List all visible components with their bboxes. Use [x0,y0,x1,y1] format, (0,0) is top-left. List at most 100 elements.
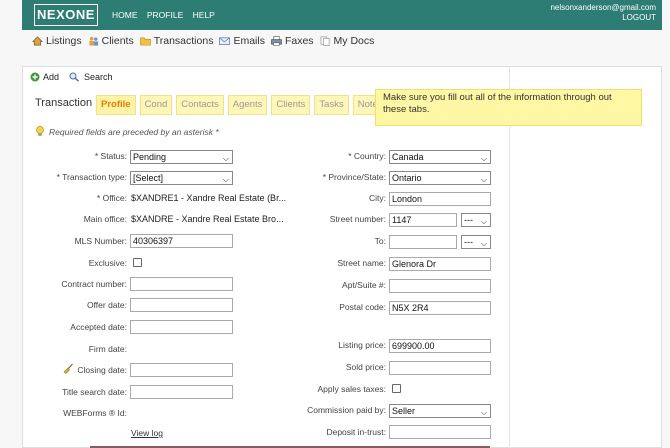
tab-tasks[interactable]: Tasks [314,95,349,115]
required-note: Required fields are preceded by an aster… [35,126,219,137]
contract-number-input[interactable] [130,277,233,291]
nav-clients-label: Clients [101,35,134,47]
nexone-logo[interactable]: NEXONE [34,4,98,26]
tab-agents[interactable]: Agents [227,95,268,115]
transaction-type-select[interactable]: [Select] ⌵ [130,171,233,185]
transaction-type-label: * Transaction type: [56,172,127,182]
view-log-link[interactable]: View log [131,428,163,438]
commission-paid-by-select[interactable]: Seller ⌵ [389,404,491,418]
user-email: nelsonxanderson@gmail.com [550,3,656,12]
contract-number-label: Contract number: [61,279,127,289]
country-select[interactable]: Canada ⌵ [389,150,491,164]
nav-help-link[interactable]: HELP [193,10,215,20]
status-label: * Status: [94,151,127,161]
instruction-callout: Make sure you fill out all of the inform… [375,89,642,126]
nav-listings[interactable]: Listings [32,35,82,47]
country-value: Canada [392,152,424,162]
lightbulb-icon [36,126,44,136]
firm-date-label: Firm date: [88,344,127,354]
apt-suite-input[interactable] [389,279,491,293]
tab-bar: Profile Cond Contacts Agents Clients Tas… [96,92,387,116]
search-button[interactable]: Search [69,72,113,82]
chevron-down-icon: ⌵ [480,175,487,184]
sold-price-input[interactable] [389,361,491,375]
nav-faxes[interactable]: Faxes [271,35,314,47]
postal-code-input[interactable]: N5X 2R4 [389,301,491,315]
house-icon [32,36,43,46]
street-number-input[interactable]: 1147 [389,213,457,227]
street-number-label: Street number: [329,214,386,224]
tab-contacts[interactable]: Contacts [176,95,224,115]
chevron-down-icon: ⌵ [480,408,487,417]
offer-date-input[interactable] [130,298,233,312]
main-nav: Listings Clients Transactions Emails Fax… [32,35,380,47]
chevron-down-icon: ⌵ [480,239,487,248]
page-title: Transaction [35,97,93,109]
chevron-down-icon: ⌵ [222,175,229,184]
status-value: Pending [133,152,167,162]
user-info: nelsonxanderson@gmail.com LOGOUT [550,3,656,23]
province-select[interactable]: Ontario ⌵ [389,171,491,185]
to-label: To: [374,236,386,246]
logout-link[interactable]: LOGOUT [550,13,656,23]
postal-code-label: Postal code: [339,302,386,312]
top-bar: NEXONE HOME PROFILE HELP nelsonxanderson… [22,0,662,30]
people-icon [89,36,98,46]
add-button[interactable]: Add [30,72,59,82]
deposit-in-trust-input[interactable] [389,425,491,439]
nav-profile-link[interactable]: PROFILE [147,10,183,20]
nav-emails[interactable]: Emails [219,35,265,47]
required-note-text: Required fields are preceded by an aster… [49,126,219,137]
status-select[interactable]: Pending ⌵ [130,150,233,164]
to-suffix-select[interactable]: --- ⌵ [461,235,491,249]
mls-number-label: MLS Number: [74,236,127,246]
apply-sales-taxes-checkbox[interactable] [392,384,401,393]
office-value: $XANDRE1 - Xandre Real Estate (Br... [131,193,287,203]
title-search-date-input[interactable] [130,385,233,399]
city-input[interactable]: London [389,192,491,206]
street-name-label: Street name: [337,258,386,268]
nav-my-docs[interactable]: My Docs [320,35,374,47]
listing-price-label: Listing price: [338,340,386,350]
city-label: City: [369,193,386,203]
deposit-in-trust-label: Deposit in-trust: [326,427,386,437]
transaction-type-value: [Select] [133,173,164,183]
title-search-date-label: Title search date: [62,387,127,397]
exclusive-label: Exclusive: [88,258,127,268]
main-office-value: $XANDRE - Xandre Real Estate Bro... [131,214,284,224]
country-label: * Country: [348,151,386,161]
apt-suite-label: Apt/Suite #: [342,280,386,290]
nav-clients[interactable]: Clients [88,35,134,47]
street-number-suffix-select[interactable]: --- ⌵ [461,213,491,227]
action-bar: Add Search [30,72,123,82]
sold-price-label: Sold price: [345,362,386,372]
mls-number-input[interactable]: 40306397 [130,234,233,248]
tab-profile[interactable]: Profile [96,95,136,115]
street-name-input[interactable]: Glenora Dr [389,257,491,271]
nav-listings-label: Listings [46,35,82,47]
plus-circle-icon [30,72,40,82]
webforms-id-label: WEBForms ® Id: [63,408,127,418]
add-label: Add [43,72,60,82]
accepted-date-input[interactable] [130,320,233,334]
apply-sales-taxes-label: Apply sales taxes: [317,384,386,394]
chevron-down-icon: ⌵ [480,154,487,163]
search-label: Search [84,72,113,82]
chevron-down-icon: ⌵ [480,217,487,226]
main-office-label: Main office: [83,214,127,224]
search-icon [69,72,79,82]
commission-paid-by-value: Seller [392,406,416,416]
closing-date-input[interactable] [130,363,233,377]
nav-transactions[interactable]: Transactions [139,35,214,47]
nav-transactions-label: Transactions [153,35,214,47]
tab-clients[interactable]: Clients [271,95,311,115]
chevron-down-icon: ⌵ [222,154,229,163]
offer-date-label: Offer date: [86,300,127,310]
tab-cond[interactable]: Cond [139,95,173,115]
listing-price-input[interactable]: 699900.00 [389,339,491,353]
exclusive-checkbox[interactable] [133,258,142,267]
folder-icon [139,37,151,46]
to-input[interactable] [389,235,457,249]
nav-faxes-label: Faxes [284,35,314,47]
nav-home-link[interactable]: HOME [112,10,138,20]
